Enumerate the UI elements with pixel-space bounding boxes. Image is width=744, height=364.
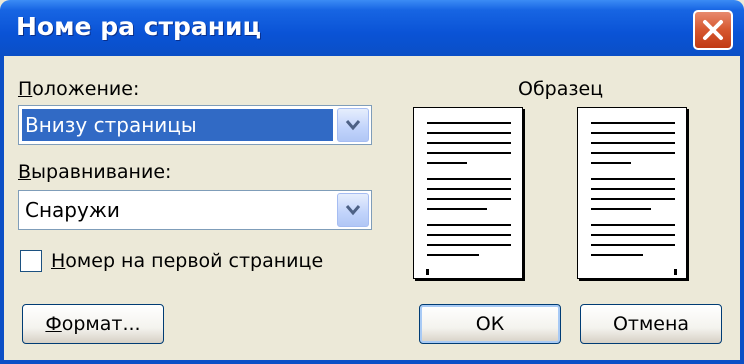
preview-label: Образец <box>518 78 604 100</box>
alignment-label: Выравнивание: <box>18 161 171 183</box>
ok-button[interactable]: ОК <box>419 304 561 344</box>
format-button-label: ормат... <box>61 313 141 335</box>
alignment-label-text: ыравнивание: <box>31 161 172 183</box>
format-button[interactable]: Формат... <box>22 304 164 344</box>
title-bar[interactable]: Номе ра страниц <box>0 0 744 56</box>
first-page-label[interactable]: Номер на первой странице <box>51 250 323 272</box>
close-icon <box>703 20 723 40</box>
position-label-text: оложение: <box>32 78 140 100</box>
alignment-select[interactable]: Снаружи <box>18 190 372 230</box>
page-number-marker <box>674 269 677 275</box>
position-label: Положение: <box>18 78 139 100</box>
alignment-dropdown-button[interactable] <box>337 193 369 227</box>
position-select-value: Внизу страницы <box>22 109 333 141</box>
first-page-label-text: омер на первой странице <box>65 250 324 272</box>
position-dropdown-button[interactable] <box>337 108 369 142</box>
alignment-select-value: Снаружи <box>25 198 120 222</box>
chevron-down-icon <box>345 205 361 216</box>
position-label-accel: П <box>18 78 33 100</box>
cancel-button[interactable]: Отмена <box>580 304 722 344</box>
preview-right-page <box>577 107 687 279</box>
alignment-label-accel: В <box>18 161 32 183</box>
close-button[interactable] <box>693 10 733 50</box>
preview-left-page <box>413 107 523 279</box>
format-button-accel: Ф <box>45 313 62 335</box>
window-frame-right <box>740 56 744 364</box>
first-page-label-accel: Н <box>51 250 66 272</box>
position-select[interactable]: Внизу страницы <box>18 105 372 145</box>
chevron-down-icon <box>345 120 361 131</box>
window-title: Номе ра страниц <box>16 12 262 41</box>
window-frame-bottom <box>0 360 744 364</box>
page-number-marker <box>426 269 429 275</box>
window-frame-left <box>0 56 4 364</box>
first-page-checkbox[interactable] <box>20 250 42 272</box>
